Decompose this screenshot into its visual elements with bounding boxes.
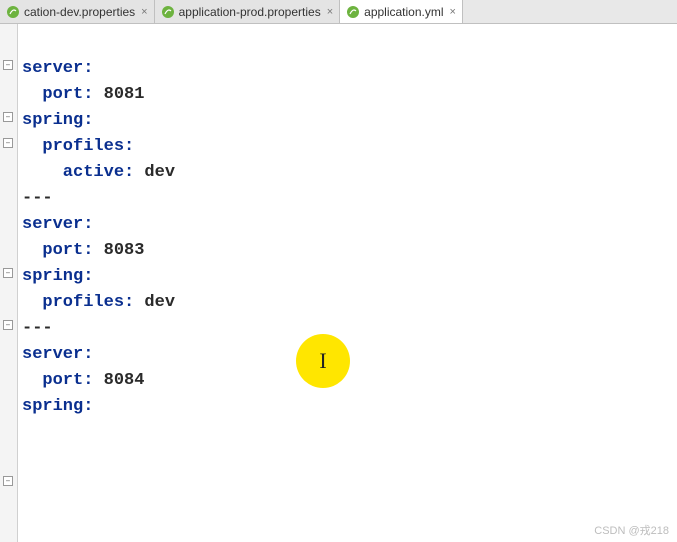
fold-marker[interactable]: – bbox=[3, 138, 13, 148]
yaml-key: spring: bbox=[22, 397, 93, 416]
yaml-key: server: bbox=[22, 59, 93, 78]
yaml-value: 8081 bbox=[104, 85, 145, 104]
yaml-key: port: bbox=[22, 371, 104, 390]
yaml-value: 8083 bbox=[104, 241, 145, 260]
yaml-key: profiles: bbox=[22, 293, 144, 312]
tab-prod-properties[interactable]: application-prod.properties × bbox=[155, 0, 341, 23]
yaml-key: profiles: bbox=[22, 137, 134, 156]
editor-wrap: – – – – – – server: port: 8081 spring: p… bbox=[0, 24, 677, 542]
tab-dev-properties[interactable]: cation-dev.properties × bbox=[0, 0, 155, 23]
yaml-key: port: bbox=[22, 241, 104, 260]
yaml-separator: --- bbox=[22, 319, 53, 338]
fold-marker[interactable]: – bbox=[3, 60, 13, 70]
yaml-value: 8084 bbox=[104, 371, 145, 390]
close-icon[interactable]: × bbox=[141, 6, 147, 18]
spring-file-icon bbox=[161, 5, 175, 19]
yaml-key: active: bbox=[22, 163, 144, 182]
gutter: – – – – – – bbox=[0, 24, 18, 542]
tab-application-yml[interactable]: application.yml × bbox=[340, 0, 463, 23]
fold-marker[interactable]: – bbox=[3, 268, 13, 278]
yaml-key: spring: bbox=[22, 111, 93, 130]
watermark: CSDN @戎218 bbox=[594, 522, 669, 538]
fold-marker[interactable]: – bbox=[3, 476, 13, 486]
editor-tabs: cation-dev.properties × application-prod… bbox=[0, 0, 677, 24]
tab-label: cation-dev.properties bbox=[24, 5, 135, 19]
yaml-key: port: bbox=[22, 85, 104, 104]
text-cursor-icon: I bbox=[319, 348, 326, 374]
yaml-value: dev bbox=[144, 163, 175, 182]
spring-file-icon bbox=[6, 5, 20, 19]
fold-marker[interactable]: – bbox=[3, 320, 13, 330]
fold-marker[interactable]: – bbox=[3, 112, 13, 122]
tab-label: application-prod.properties bbox=[179, 5, 321, 19]
yaml-key: spring: bbox=[22, 267, 93, 286]
spring-file-icon bbox=[346, 5, 360, 19]
code-editor[interactable]: server: port: 8081 spring: profiles: act… bbox=[18, 24, 677, 542]
yaml-key: server: bbox=[22, 345, 93, 364]
close-icon[interactable]: × bbox=[327, 6, 333, 18]
cursor-highlight: I bbox=[296, 334, 350, 388]
yaml-value: dev bbox=[144, 293, 175, 312]
tab-label: application.yml bbox=[364, 5, 443, 19]
yaml-separator: --- bbox=[22, 189, 53, 208]
close-icon[interactable]: × bbox=[450, 6, 456, 18]
yaml-key: server: bbox=[22, 215, 93, 234]
